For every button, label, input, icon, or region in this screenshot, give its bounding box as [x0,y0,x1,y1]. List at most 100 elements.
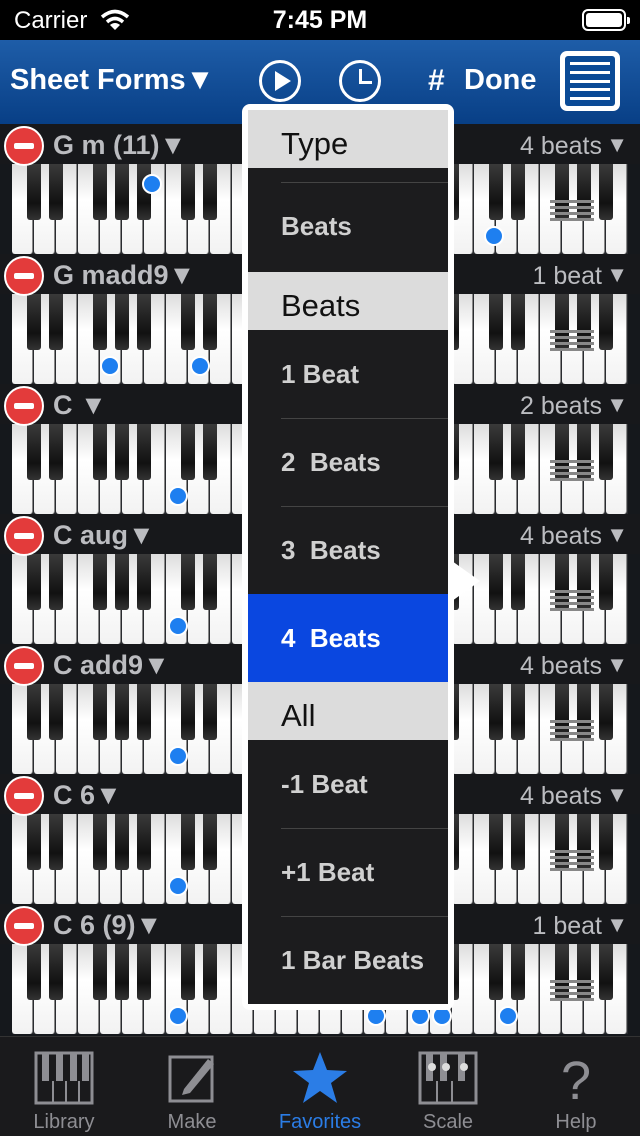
note-marker [484,226,504,246]
black-key [93,164,107,220]
black-key [93,554,107,610]
chord-beats-dropdown[interactable]: 1 beat [532,912,602,941]
tab-library[interactable]: Library [0,1037,128,1136]
chord-beats-dropdown[interactable]: 4 beats [520,132,602,161]
delete-icon[interactable] [4,776,44,816]
popover-item-label: -1 Beat [281,768,368,799]
black-key [511,164,525,220]
chord-name-dropdown[interactable]: C add9▼ [53,650,170,681]
black-key [181,164,195,220]
popover-item-label: +1 Beat [281,856,375,887]
popover-item[interactable]: 2 Beats [248,418,448,506]
delete-icon[interactable] [4,126,44,166]
chevron-down-icon[interactable]: ▼ [606,522,628,548]
reorder-handle-icon[interactable] [548,944,596,1034]
popover-item[interactable]: 1 Beat [248,330,448,418]
chord-name-dropdown[interactable]: C ▼ [53,390,107,421]
delete-icon[interactable] [4,646,44,686]
black-key [511,294,525,350]
done-button[interactable]: Done [464,64,537,97]
popover-section-header: All [248,682,448,740]
svg-text:?: ? [561,1051,591,1105]
black-key [115,294,129,350]
black-key [27,294,41,350]
popover-menu: Type Beats Beats 1 Beat 2 Beats 3 Beats 4 Beat… [248,110,448,1004]
play-icon[interactable] [259,60,301,102]
note-marker [168,1006,188,1026]
black-key [115,944,129,1000]
black-key [599,424,613,480]
black-key [49,814,63,870]
reorder-handle-icon[interactable] [548,814,596,904]
black-key [203,944,217,1000]
popover-item[interactable]: 4 Beats [248,594,448,682]
chord-name-dropdown[interactable]: C 6▼ [53,780,122,811]
popover-item[interactable]: +1 Beat [248,828,448,916]
popover-section-header: Beats [248,272,448,330]
black-key [511,944,525,1000]
tab-label: Scale [422,1111,474,1133]
black-key [511,554,525,610]
popover-item[interactable]: Beats [248,182,448,270]
chord-beats-dropdown[interactable]: 4 beats [520,522,602,551]
tab-help[interactable]: ? Help [512,1037,640,1136]
chord-name-dropdown[interactable]: C 6 (9)▼ [53,910,162,941]
black-key [49,164,63,220]
chord-beats-dropdown[interactable]: 4 beats [520,652,602,681]
chevron-down-icon[interactable]: ▼ [606,132,628,158]
popover-item-label: 4 Beats [281,622,381,653]
sharp-button[interactable]: # [428,64,445,98]
black-key [181,424,195,480]
black-key [27,814,41,870]
chevron-down-icon[interactable]: ▼ [606,652,628,678]
black-key [27,684,41,740]
popover-item[interactable]: 3 Beats [248,506,448,594]
reorder-handle-icon[interactable] [548,424,596,514]
reorder-handle-icon[interactable] [548,164,596,254]
reorder-handle-icon[interactable] [548,684,596,774]
list-icon[interactable] [560,51,620,111]
question-icon: ? [561,1051,591,1105]
chord-beats-dropdown[interactable]: 2 beats [520,392,602,421]
reorder-handle-icon[interactable] [548,554,596,644]
tab-favorites[interactable]: Favorites [256,1037,384,1136]
black-key [599,164,613,220]
popover-item[interactable]: -1 Beat [248,740,448,828]
delete-icon[interactable] [4,516,44,556]
chord-beats-dropdown[interactable]: 1 beat [532,262,602,291]
black-key [599,554,613,610]
delete-icon[interactable] [4,906,44,946]
chord-name-dropdown[interactable]: G m (11)▼ [53,130,186,161]
black-key [49,424,63,480]
chevron-down-icon[interactable]: ▼ [606,912,628,938]
chord-name-dropdown[interactable]: C aug▼ [53,520,155,551]
note-marker [168,876,188,896]
black-key [49,554,63,610]
tab-scale[interactable]: Scale [384,1037,512,1136]
black-key [49,684,63,740]
black-key [137,424,151,480]
black-key [115,424,129,480]
black-key [115,164,129,220]
battery-icon [582,9,630,31]
chevron-down-icon[interactable]: ▼ [606,392,628,418]
chevron-down-icon[interactable]: ▼ [606,782,628,808]
delete-icon[interactable] [4,386,44,426]
chord-beats-dropdown[interactable]: 4 beats [520,782,602,811]
black-key [181,944,195,1000]
black-key [93,294,107,350]
black-key [489,814,503,870]
black-key [181,554,195,610]
sheet-forms-dropdown[interactable]: Sheet Forms▼ [10,64,214,97]
clock-icon[interactable] [339,60,381,102]
note-marker [168,616,188,636]
note-marker [142,174,162,194]
delete-icon[interactable] [4,256,44,296]
black-key [137,294,151,350]
chord-name-dropdown[interactable]: G madd9▼ [53,260,195,291]
chevron-down-icon[interactable]: ▼ [606,262,628,288]
reorder-handle-icon[interactable] [548,294,596,384]
popover-item[interactable]: 1 Bar Beats [248,916,448,1004]
popover-item-label: 3 Beats [281,534,381,565]
tab-make[interactable]: Make [128,1037,256,1136]
